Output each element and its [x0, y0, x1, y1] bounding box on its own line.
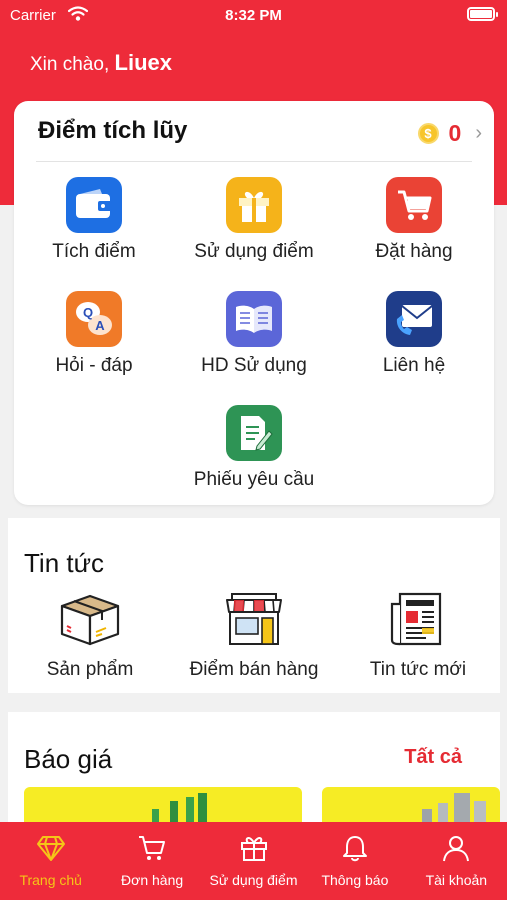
user-icon	[443, 836, 470, 862]
user-name: Liuex	[114, 50, 172, 75]
menu-item-dat-hang[interactable]: Đặt hàng	[334, 177, 494, 263]
svg-text:A: A	[95, 318, 105, 333]
menu-item-hoi-dap[interactable]: Q A Hỏi - đáp	[14, 291, 174, 377]
menu-item-su-dung-diem[interactable]: Sử dụng điểm	[174, 177, 334, 263]
divider	[36, 161, 472, 162]
points-value: 0	[448, 119, 462, 146]
menu-item-hd-su-dung[interactable]: HD Sử dụng	[174, 291, 334, 377]
status-bar: Carrier 8:32 PM	[0, 0, 507, 30]
battery-icon	[467, 7, 498, 21]
menu-label: Phiếu yêu cầu	[193, 469, 315, 490]
menu-item-phieu-yeu-cau[interactable]: Phiếu yêu cầu	[174, 405, 334, 491]
box-icon	[60, 594, 120, 646]
tab-label: Trang chủ	[19, 872, 82, 888]
greeting: Xin chào, Liuex	[30, 50, 172, 76]
tab-trang-chu[interactable]: Trang chủ	[0, 822, 101, 900]
menu-item-tich-diem[interactable]: Tích điểm	[14, 177, 174, 263]
menu-label: Liên hệ	[382, 355, 446, 376]
menu-label: Hỏi - đáp	[55, 355, 133, 376]
tab-label: Sử dụng điểm	[209, 872, 298, 888]
news-label: Tin tức mới	[369, 659, 467, 680]
news-item-tin-tuc-moi[interactable]: Tin tức mới	[336, 590, 500, 681]
chevron-right-icon: ›	[475, 121, 482, 144]
gift-icon	[240, 837, 267, 861]
news-title: Tin tức	[24, 548, 105, 578]
bell-icon	[342, 836, 367, 862]
gift-icon	[226, 177, 282, 233]
news-card: Tin tức Sản phẩm Điểm bán hàng Tin tức m…	[8, 518, 500, 693]
pricing-card: Báo giá Tất cả	[8, 712, 500, 832]
tab-label: Đơn hàng	[121, 872, 184, 888]
tab-label: Thông báo	[321, 872, 389, 888]
news-label: Sản phẩm	[46, 659, 134, 680]
wallet-icon	[66, 177, 122, 233]
points-summary-button[interactable]: $ 0 ›	[417, 119, 482, 147]
tab-don-hang[interactable]: Đơn hàng	[101, 822, 202, 900]
coin-icon: $	[417, 122, 439, 144]
menu-label: Đặt hàng	[375, 241, 453, 262]
store-icon	[226, 593, 282, 645]
status-time: 8:32 PM	[225, 7, 282, 24]
menu-label: Tích điểm	[52, 241, 136, 262]
menu-item-lien-he[interactable]: Liên hệ	[334, 291, 494, 377]
tab-su-dung-diem[interactable]: Sử dụng điểm	[203, 822, 304, 900]
news-item-diem-ban-hang[interactable]: Điểm bán hàng	[172, 590, 336, 681]
tab-tai-khoan[interactable]: Tài khoản	[406, 822, 507, 900]
diamond-icon	[36, 836, 65, 861]
greeting-prefix: Xin chào,	[30, 54, 110, 75]
book-icon	[226, 291, 282, 347]
newspaper-icon	[390, 592, 442, 646]
menu-label: Sử dụng điểm	[194, 241, 314, 262]
menu-label: HD Sử dụng	[201, 355, 307, 376]
envelope-phone-icon	[386, 291, 442, 347]
bottom-tab-bar: Trang chủ Đơn hàng Sử dụng điểm Thông bá…	[0, 822, 507, 900]
pricing-title: Báo giá	[24, 744, 113, 774]
document-edit-icon	[226, 405, 282, 461]
points-card: Điểm tích lũy $ 0 › Tích điểm Sử dụng đi…	[14, 101, 494, 505]
see-all-link[interactable]: Tất cả	[404, 746, 462, 769]
news-item-san-pham[interactable]: Sản phẩm	[8, 590, 172, 681]
cart-icon	[139, 836, 166, 860]
tab-thong-bao[interactable]: Thông báo	[304, 822, 405, 900]
news-label: Điểm bán hàng	[189, 659, 319, 680]
svg-text:Q: Q	[83, 305, 93, 320]
qa-icon: Q A	[66, 291, 122, 347]
tab-label: Tài khoản	[425, 872, 488, 888]
points-title: Điểm tích lũy	[38, 117, 188, 144]
cart-icon	[386, 177, 442, 233]
